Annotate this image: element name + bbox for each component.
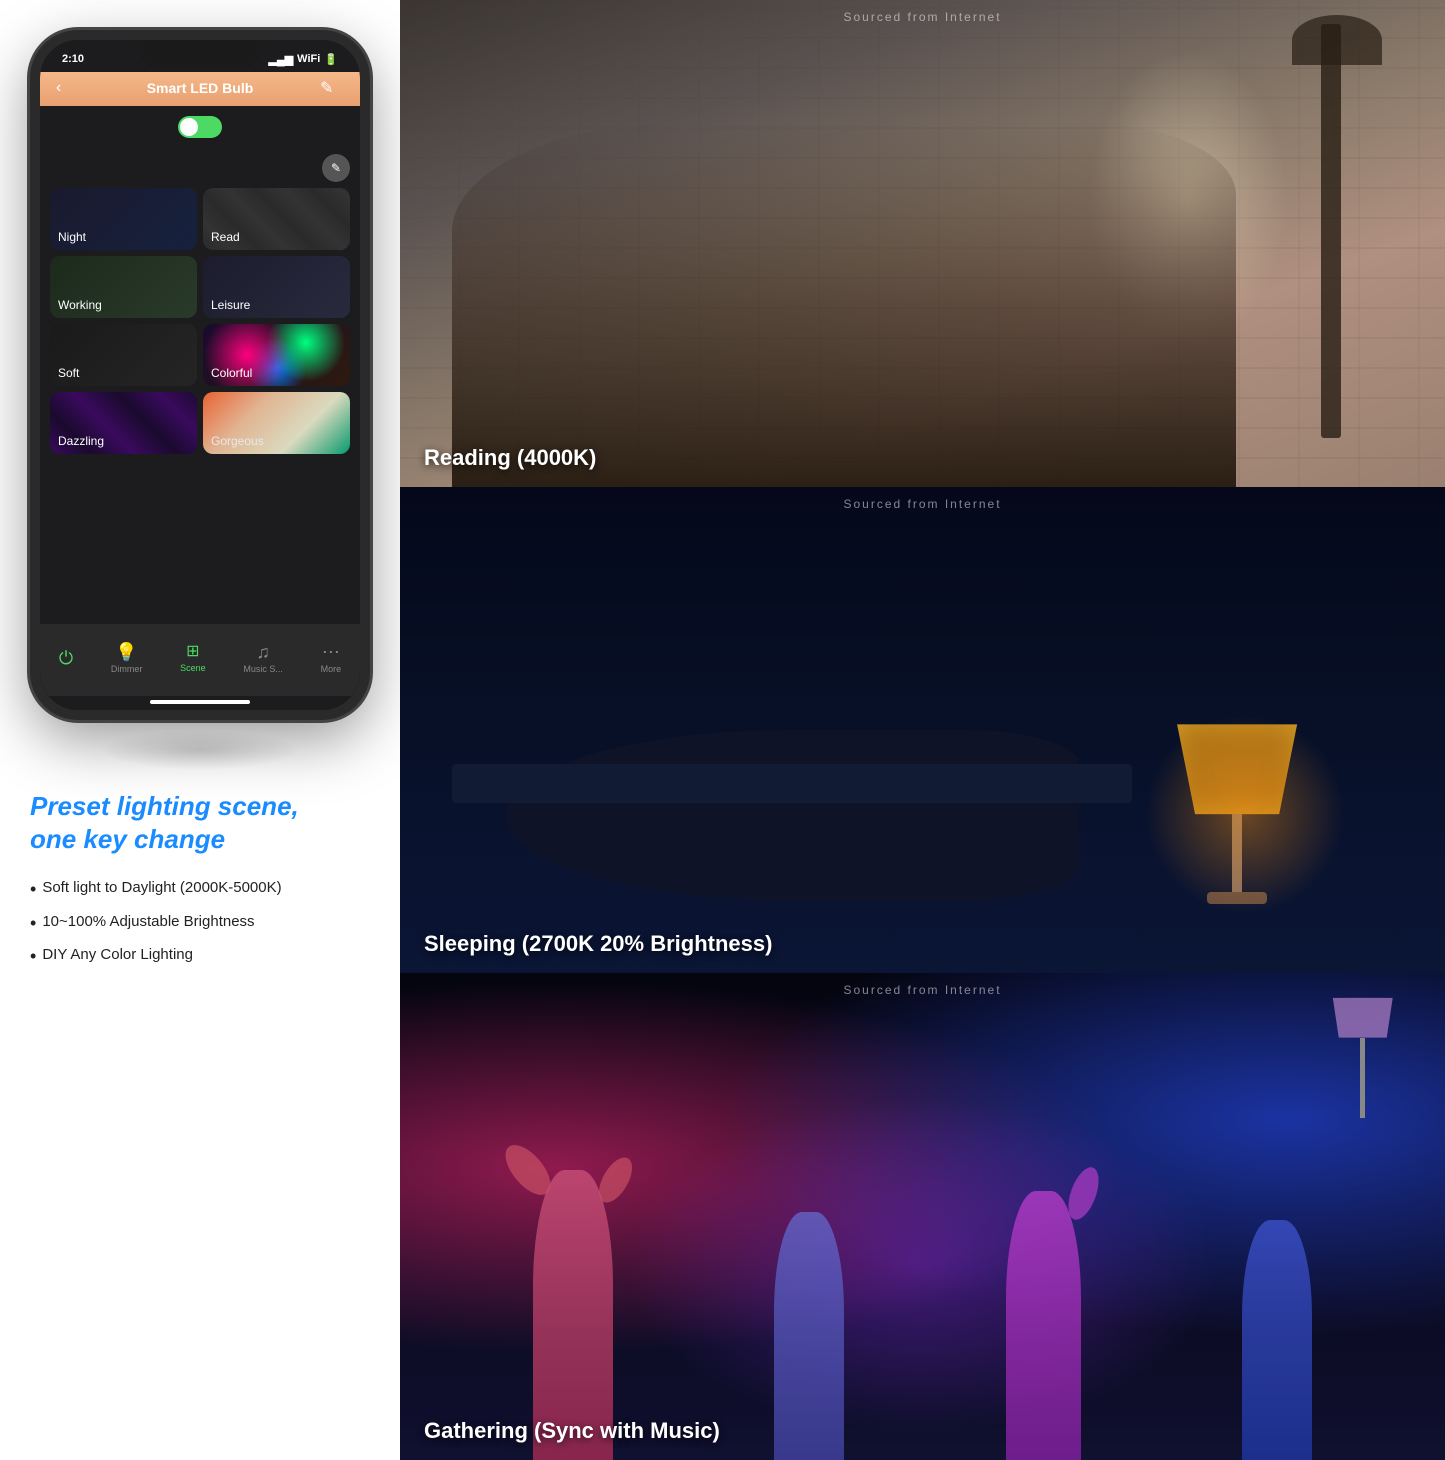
bottom-nav: ⏻ 💡 Dimmer ⊞ Scene ♫ Music S... <box>40 624 360 696</box>
scene-grid-wrapper: ✎ Night Read Working Leisure <box>40 148 360 624</box>
headline-line1: Preset lighting scene, <box>30 791 299 821</box>
scene-item-leisure[interactable]: Leisure <box>203 256 350 318</box>
photo-sleeping-bg <box>400 487 1445 974</box>
phone-screen: 2:10 ▂▄▆ WiFi 🔋 ‹ Smart LED Bulb ✎ <box>40 40 360 710</box>
photo-gathering-section: Sourced from Internet Gathering (Sync wi… <box>400 973 1445 1460</box>
arm-right-1 <box>592 1153 639 1209</box>
scene-label-night: Night <box>58 230 86 244</box>
app-title: Smart LED Bulb <box>80 80 320 96</box>
status-time: 2:10 <box>62 53 84 65</box>
phone-reflection <box>100 730 300 770</box>
music-icon: ♫ <box>256 643 270 661</box>
back-icon[interactable]: ‹ <box>56 79 80 97</box>
nav-item-music[interactable]: ♫ Music S... <box>243 643 283 674</box>
nav-label-music: Music S... <box>243 664 283 674</box>
bullet-2: 10~100% Adjustable Brightness <box>30 907 370 941</box>
nav-label-more: More <box>321 664 342 674</box>
arm-left-1 <box>497 1138 559 1203</box>
scene-label-colorful: Colorful <box>211 366 252 380</box>
gathering-label: Gathering (Sync with Music) <box>424 1418 720 1444</box>
scene-nav-icon: ⊞ <box>186 644 199 660</box>
nav-item-power[interactable]: ⏻ <box>59 649 73 667</box>
home-indicator-area <box>40 696 360 710</box>
photo-reading-bg <box>400 0 1445 487</box>
nav-item-more[interactable]: ⋯ More <box>321 643 342 674</box>
right-panel: Sourced from Internet Reading (4000K) So… <box>400 0 1445 1460</box>
dimmer-icon: 💡 <box>115 643 137 661</box>
battery-icon: 🔋 <box>324 53 338 66</box>
signal-icon: ▂▄▆ <box>268 53 293 66</box>
sleeping-label: Sleeping (2700K 20% Brightness) <box>424 931 772 957</box>
photo-gathering-bg <box>400 973 1445 1460</box>
people-silhouette <box>452 122 1236 487</box>
scene-item-dazzling[interactable]: Dazzling <box>50 392 197 454</box>
sleeping-watermark: Sourced from Internet <box>843 497 1001 511</box>
left-panel: 2:10 ▂▄▆ WiFi 🔋 ‹ Smart LED Bulb ✎ <box>0 0 400 1460</box>
arm-up-3 <box>1062 1164 1104 1224</box>
reading-watermark: Sourced from Internet <box>843 10 1001 24</box>
photo-sleeping-section: Sourced from Internet Sleeping (2700K 20… <box>400 487 1445 974</box>
lamp-body <box>1232 814 1242 904</box>
bottom-text: Preset lighting scene, one key change So… <box>0 770 400 994</box>
gathering-watermark: Sourced from Internet <box>843 983 1001 997</box>
phone-mockup: 2:10 ▂▄▆ WiFi 🔋 ‹ Smart LED Bulb ✎ <box>30 30 370 770</box>
lamp-head <box>1292 15 1382 65</box>
nav-item-dimmer[interactable]: 💡 Dimmer <box>111 643 143 674</box>
pillow <box>452 764 1131 803</box>
photo-reading-section: Sourced from Internet Reading (4000K) <box>400 0 1445 487</box>
sleep-person <box>505 730 1080 900</box>
scene-grid: Night Read Working Leisure Soft <box>50 188 350 454</box>
back-lamp <box>1333 998 1393 1118</box>
scene-label-gorgeous: Gorgeous <box>211 434 264 448</box>
home-indicator <box>150 700 250 704</box>
scene-label-soft: Soft <box>58 366 79 380</box>
back-lamp-pole <box>1360 1038 1365 1118</box>
scene-item-colorful[interactable]: Colorful <box>203 324 350 386</box>
scene-item-working[interactable]: Working <box>50 256 197 318</box>
bullet-list: Soft light to Daylight (2000K-5000K) 10~… <box>30 873 370 974</box>
people-area <box>400 1046 1445 1460</box>
app-header: ‹ Smart LED Bulb ✎ <box>40 72 360 106</box>
reading-label: Reading (4000K) <box>424 445 596 471</box>
headline: Preset lighting scene, one key change <box>30 790 370 855</box>
lamp-shade <box>1177 724 1297 814</box>
scene-item-gorgeous[interactable]: Gorgeous <box>203 392 350 454</box>
person-4 <box>1242 1220 1312 1460</box>
scene-label-leisure: Leisure <box>211 298 250 312</box>
scene-label-working: Working <box>58 298 102 312</box>
edit-icon[interactable]: ✎ <box>320 78 344 98</box>
lamp-base <box>1207 892 1267 904</box>
person-1 <box>533 1170 613 1460</box>
bullet-1: Soft light to Daylight (2000K-5000K) <box>30 873 370 907</box>
edit-button[interactable]: ✎ <box>322 154 350 182</box>
headline-line2: one key change <box>30 824 225 854</box>
scene-item-read[interactable]: Read <box>203 188 350 250</box>
lamp-pole <box>1321 24 1341 438</box>
person-3 <box>1006 1191 1081 1460</box>
status-icons: ▂▄▆ WiFi 🔋 <box>268 53 338 66</box>
scene-label-dazzling: Dazzling <box>58 434 104 448</box>
scene-item-night[interactable]: Night <box>50 188 197 250</box>
nav-label-scene: Scene <box>180 663 206 673</box>
person-2 <box>774 1212 844 1460</box>
bullet-3: DIY Any Color Lighting <box>30 940 370 974</box>
power-icon: ⏻ <box>59 649 73 667</box>
wifi-icon: WiFi <box>297 53 320 65</box>
nav-item-scene[interactable]: ⊞ Scene <box>180 644 206 673</box>
bedside-lamp <box>1177 724 1297 904</box>
more-icon: ⋯ <box>322 643 340 661</box>
lamp-container <box>1170 714 1320 934</box>
nav-label-dimmer: Dimmer <box>111 664 143 674</box>
scene-label-read: Read <box>211 230 240 244</box>
toggle-area <box>40 106 360 148</box>
phone-body: 2:10 ▂▄▆ WiFi 🔋 ‹ Smart LED Bulb ✎ <box>30 30 370 720</box>
back-lamp-shade <box>1333 998 1393 1038</box>
scene-item-soft[interactable]: Soft <box>50 324 197 386</box>
power-toggle[interactable] <box>178 116 222 138</box>
phone-notch <box>140 40 260 68</box>
